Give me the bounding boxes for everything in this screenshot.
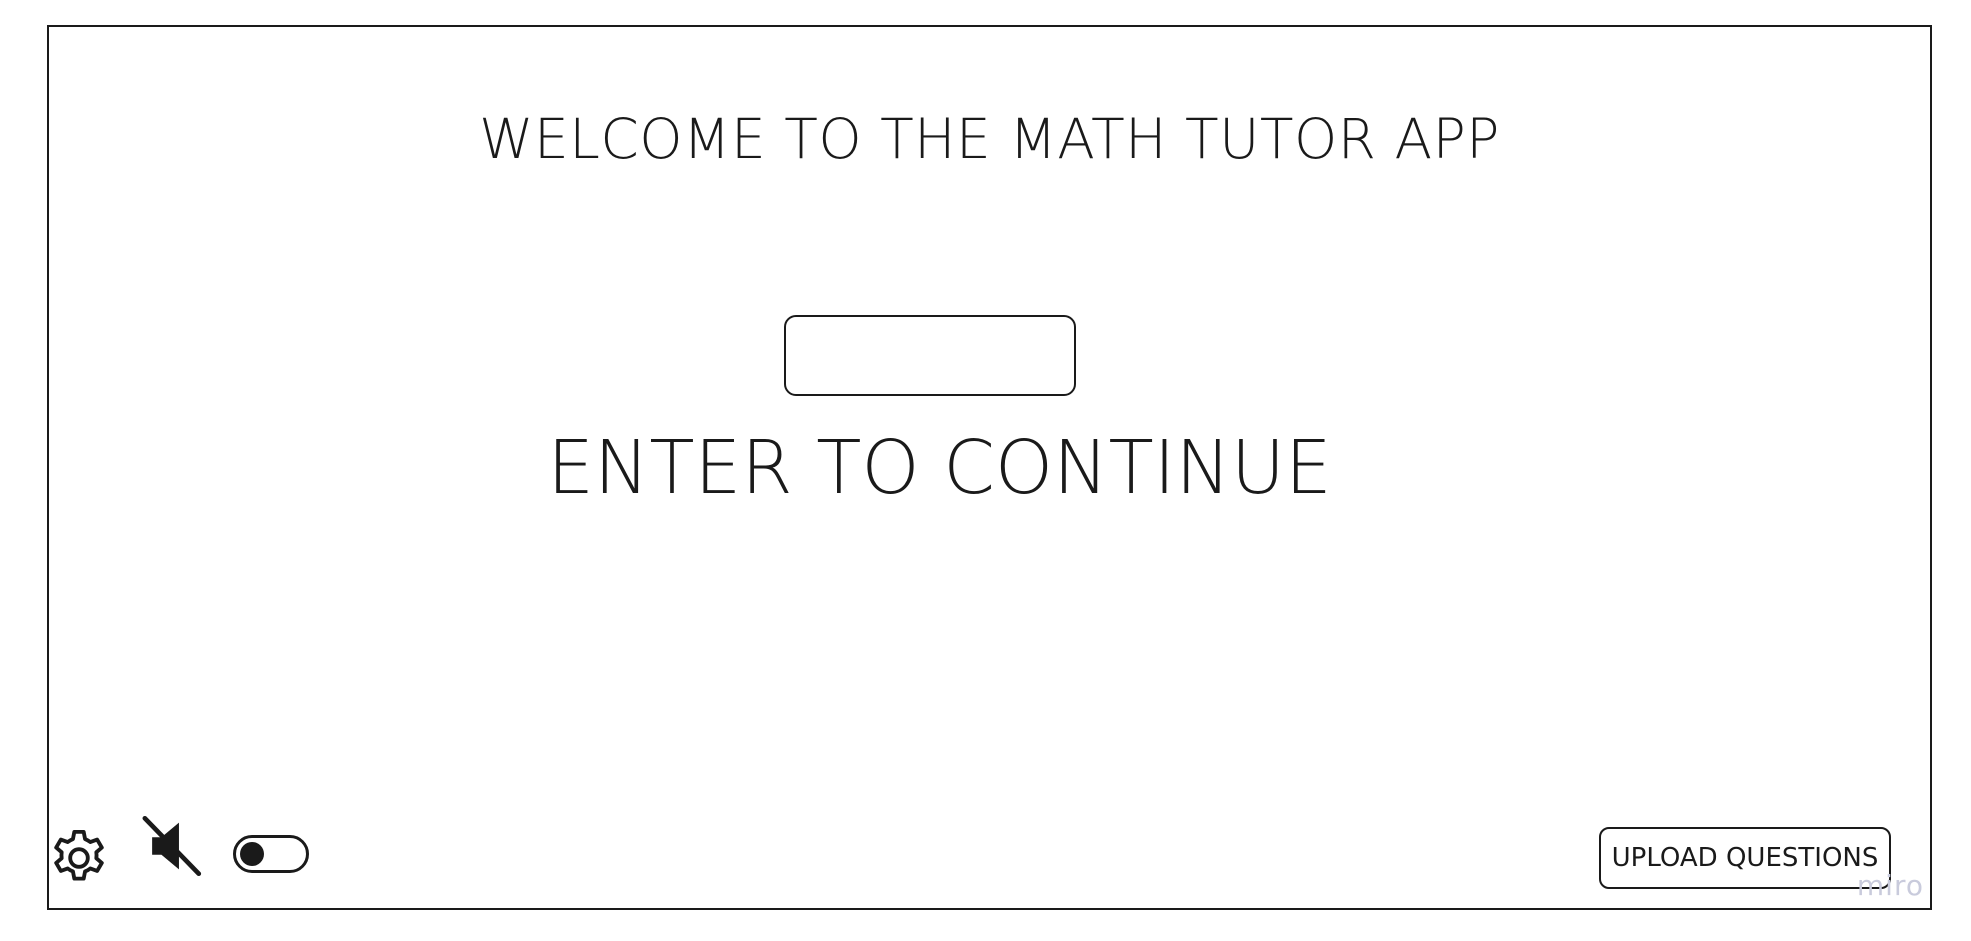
speaker-muted-icon[interactable] xyxy=(139,810,209,882)
toggle-switch[interactable] xyxy=(233,835,309,873)
miro-watermark: miro xyxy=(1856,869,1924,902)
gear-icon[interactable] xyxy=(46,825,112,891)
enter-to-continue-label: ENTER TO CONTINUE xyxy=(49,425,1930,511)
upload-questions-button[interactable]: UPLOAD QUESTIONS xyxy=(1599,827,1891,889)
enter-to-continue-text: ENTER TO CONTINUE xyxy=(547,425,1332,511)
toggle-knob xyxy=(240,842,264,866)
page-title: WELCOME TO THE MATH TUTOR APP xyxy=(479,107,1500,171)
entry-input[interactable] xyxy=(784,315,1076,396)
app-frame: WELCOME TO THE MATH TUTOR APP ENTER TO C… xyxy=(47,25,1932,910)
